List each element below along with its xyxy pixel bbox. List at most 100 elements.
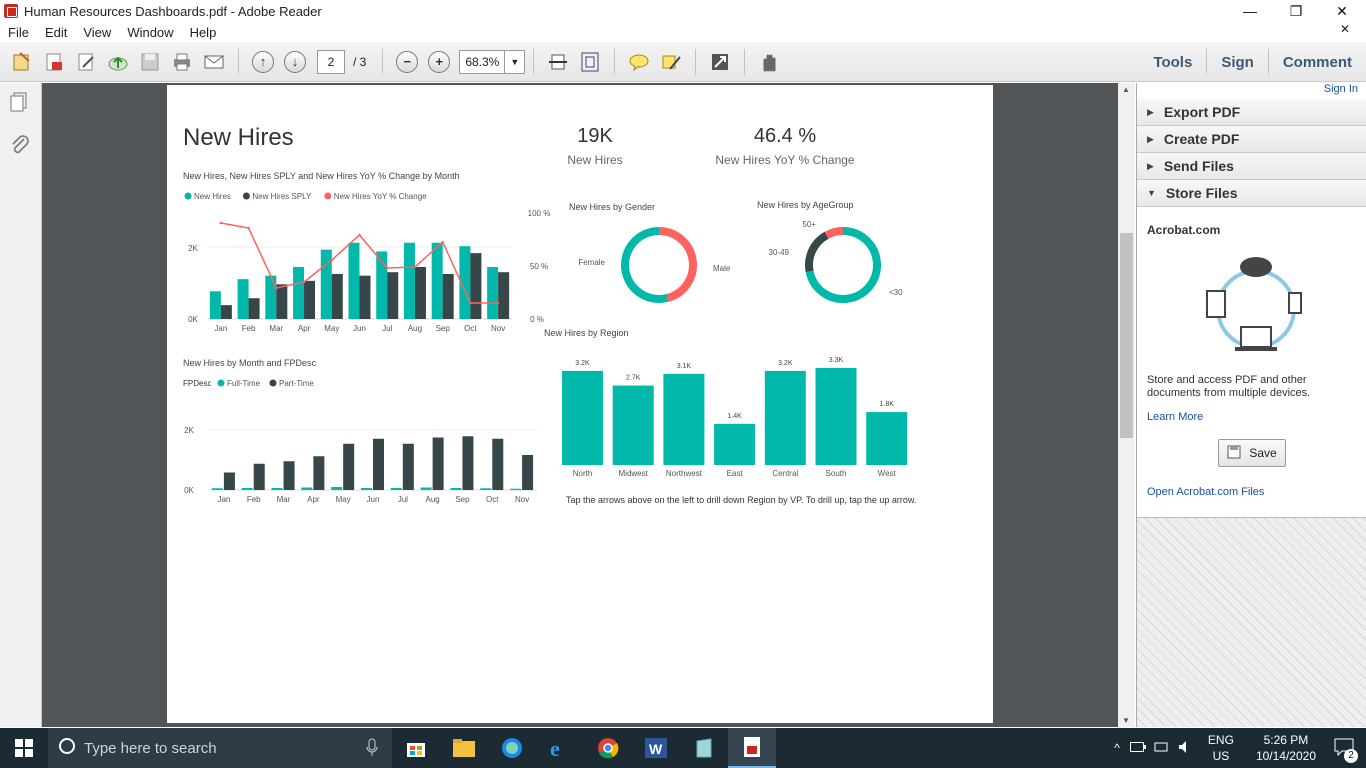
bar-region [764,370,806,465]
menu-bar: File Edit View Window Help ✕ [0,22,1366,42]
menu-file[interactable]: File [0,25,37,40]
x-tick-label: May [324,324,339,333]
upload-cloud-icon[interactable] [105,49,131,75]
close-button[interactable]: ✕ [1319,0,1365,22]
clock[interactable]: 5:26 PM 10/14/2020 [1256,732,1316,764]
zoom-in-icon[interactable]: + [426,49,452,75]
kpi-yoy-value: 46.4 % [754,125,816,147]
next-page-icon[interactable]: ↓ [282,49,308,75]
chevron-up-icon[interactable]: ^ [1114,741,1120,755]
language-indicator[interactable]: ENG US [1208,732,1234,764]
section-store-files[interactable]: ▼ Store Files [1137,180,1366,207]
toolbar-separator [382,48,384,75]
file-explorer-icon[interactable] [440,728,488,768]
fit-page-icon[interactable] [577,49,603,75]
sign-in-link[interactable]: Sign In [1137,83,1366,99]
adobe-reader-taskbar-icon[interactable] [728,728,776,768]
menu-view[interactable]: View [75,25,119,40]
region-data-label: 3.3K [829,357,844,364]
region-data-label: 3.1K [677,363,692,370]
toolbar-separator [533,48,535,75]
email-icon[interactable] [201,49,227,75]
learn-more-link[interactable]: Learn More [1147,411,1356,423]
comment-button[interactable]: Comment [1269,42,1366,82]
point-yoy-change [441,240,444,244]
open-acrobat-files-link[interactable]: Open Acrobat.com Files [1147,486,1356,498]
donut-slice [658,227,697,302]
triangle-right-icon: ▶ [1147,106,1154,117]
zoom-value[interactable]: 68.3% [459,49,506,74]
x-tick-label: Feb [247,495,261,504]
svg-text:W: W [649,741,663,757]
x-tick-label: Nov [491,324,505,333]
highlight-text-icon[interactable] [658,49,684,75]
full-screen-icon[interactable] [707,49,733,75]
section-export-pdf[interactable]: ▶ Export PDF [1137,99,1366,126]
bar-part-time [522,455,534,490]
save-button[interactable]: Save [1218,439,1286,467]
bar-full-time [211,488,223,490]
bar-new-hires-sply [359,275,371,319]
print-icon[interactable] [169,49,195,75]
close-document-icon[interactable]: ✕ [1332,22,1358,36]
devices-sync-illustration [1201,249,1356,364]
zoom-out-icon[interactable]: − [394,49,420,75]
notifications-icon[interactable]: 2 [1334,738,1358,763]
attachments-paperclip-icon[interactable] [9,133,31,162]
tools-button[interactable]: Tools [1139,42,1206,82]
page-number-input[interactable]: 2 [317,49,345,74]
x-tick-label: South [826,469,847,478]
sign-button[interactable]: Sign [1207,42,1268,82]
volume-icon[interactable] [1178,740,1194,757]
document-scrollbar[interactable]: ▲ ▼ [1118,83,1135,727]
tasks-pane: Sign In ▶ Export PDF ▶ Create PDF ▶ Send Fi… [1136,83,1366,727]
scroll-up-arrow-icon[interactable]: ▲ [1122,85,1130,94]
bar-part-time [462,436,474,490]
taskbar-search-box[interactable]: Type here to search [48,728,392,768]
microsoft-store-icon[interactable] [392,728,440,768]
microphone-icon[interactable] [366,738,378,763]
chrome-icon[interactable] [584,728,632,768]
menu-edit[interactable]: Edit [37,25,75,40]
region-chart-title: New Hires by Region [544,328,629,338]
save-disk-icon [1227,445,1241,462]
scrollbar-thumb[interactable] [1120,233,1133,438]
region-data-label: 2.7K [626,375,641,382]
bar-part-time [402,443,414,490]
bar-part-time [373,438,384,490]
minimize-button[interactable]: — [1227,0,1273,22]
bar-part-time [432,437,444,490]
windows-start-icon[interactable] [0,728,48,768]
section-create-pdf[interactable]: ▶ Create PDF [1137,126,1366,153]
legend-marker [324,192,332,200]
zoom-select[interactable]: 68.3% ▼ [459,49,526,74]
save-disk-icon[interactable] [137,49,163,75]
hand-tool-icon[interactable] [756,49,782,75]
bar-full-time [361,488,372,490]
legend-label: New Hires [194,192,231,201]
donut-slice-label: <30 [889,288,903,297]
notepad-icon[interactable] [680,728,728,768]
internet-explorer-icon[interactable]: e [536,728,584,768]
bar-new-hires [293,267,305,319]
edit-document-icon[interactable] [73,49,99,75]
system-tray: ^ ENG US 5:26 PM 10/14/2020 2 [1114,728,1366,768]
fit-width-icon[interactable] [545,49,571,75]
scroll-down-arrow-icon[interactable]: ▼ [1122,716,1130,725]
bar-new-hires-sply [470,253,482,319]
menu-help[interactable]: Help [182,25,225,40]
word-icon[interactable]: W [632,728,680,768]
page-thumbnails-icon[interactable] [9,91,31,118]
create-pdf-icon[interactable] [41,49,67,75]
chevron-down-icon[interactable]: ▼ [505,49,526,74]
maximize-button[interactable]: ❐ [1273,0,1319,22]
menu-window[interactable]: Window [119,25,181,40]
section-send-files[interactable]: ▶ Send Files [1137,153,1366,180]
acrobat-title: Acrobat.com [1147,223,1221,237]
network-icon[interactable] [1154,741,1170,756]
comment-bubble-icon[interactable] [626,49,652,75]
previous-page-icon[interactable]: ↑ [250,49,276,75]
browser-globe-icon[interactable] [488,728,536,768]
open-file-icon[interactable] [9,49,35,75]
battery-icon[interactable] [1129,741,1146,755]
